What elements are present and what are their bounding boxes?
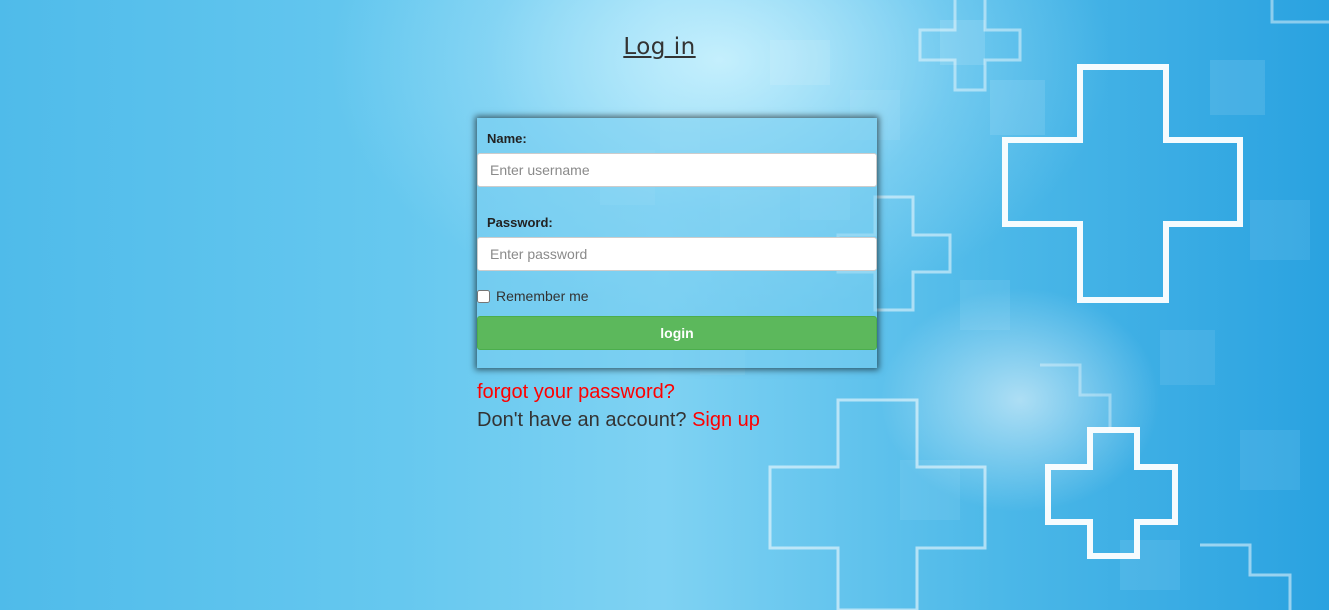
remember-me-checkbox[interactable] [477,289,490,303]
password-label: Password: [487,215,553,230]
no-account-text: Don't have an account? [477,409,687,431]
medical-cross-icon [1045,427,1178,559]
login-form-panel: Name: Password: Remember me login [477,118,877,368]
username-input[interactable] [477,153,877,187]
name-label: Name: [487,131,527,146]
remember-me-row: Remember me [477,288,589,304]
remember-me-label: Remember me [496,288,589,304]
login-button[interactable]: login [477,316,877,350]
sign-up-link[interactable]: Sign up [692,409,760,431]
account-links: forgot your password? Don't have an acco… [477,378,760,434]
medical-cross-icon [1270,0,1329,24]
medical-cross-icon [1002,64,1243,303]
forgot-password-link[interactable]: forgot your password? [477,381,675,403]
medical-cross-icon [768,398,987,610]
medical-cross-icon [1200,543,1292,610]
page-title: Log in [623,34,696,60]
medical-cross-icon [1040,363,1112,430]
password-input[interactable] [477,237,877,271]
signup-prompt: Don't have an account? Sign up [477,406,760,434]
